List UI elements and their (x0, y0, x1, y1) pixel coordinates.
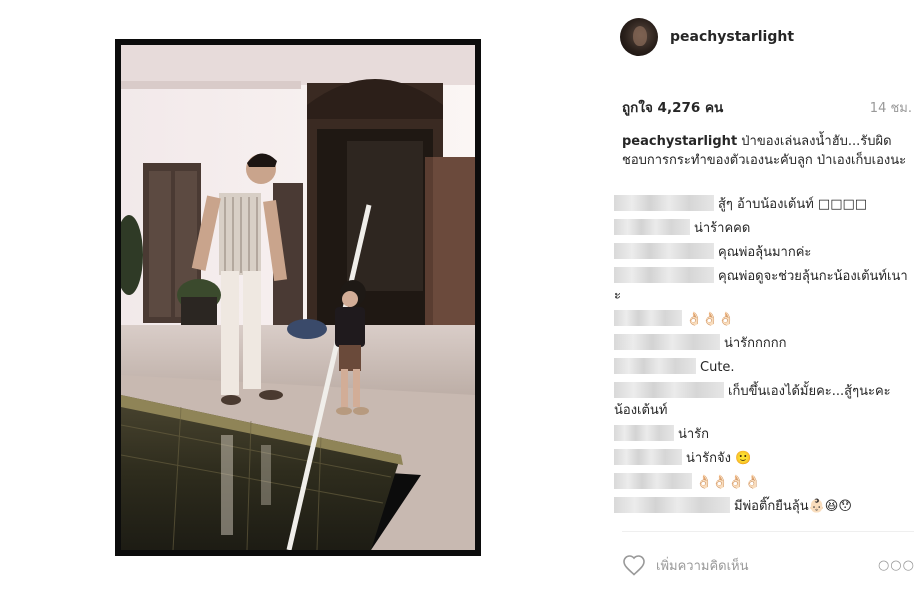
heart-outline-icon[interactable] (622, 554, 646, 576)
comment-item: น่ารัก (614, 425, 909, 444)
comment-item: Cute. (614, 358, 909, 377)
comment-item: น่ารักจัง 🙂 (614, 449, 909, 468)
blurred-username[interactable] (614, 497, 730, 513)
likes-count[interactable]: ถูกใจ 4,276 คน (622, 96, 723, 118)
comment-item: สู้ๆ อ้าบน้องเต้นท์ □□□□ (614, 195, 909, 214)
comment-text: มีพ่อติ๊กยืนลุ้น👶🏻😆😯 (734, 499, 852, 514)
comment-text: น่ารักจัง 🙂 (686, 451, 752, 466)
comment-text: Cute. (700, 360, 735, 375)
comment-text: สู้ๆ อ้าบน้องเต้นท์ □□□□ (718, 197, 868, 212)
comment-bar: เพิ่มความคิดเห็น ○○○ (622, 552, 917, 578)
comment-item: เก็บขึ้นเองได้มั้ยคะ...สู้ๆนะคะน้องเต้นท… (614, 382, 909, 420)
comments-list: สู้ๆ อ้าบน้องเต้นท์ □□□□ น่าร้าคคด คุณพ่… (614, 195, 909, 521)
blurred-username[interactable] (614, 310, 682, 326)
ellipsis-icon[interactable]: ○○○ (878, 558, 917, 573)
comment-item: คุณพ่อดูจะช่วยลุ้นกะน้องเต้นท์เนาะ (614, 267, 909, 305)
comment-text: น่ารักกกกก (724, 336, 787, 351)
post-photo[interactable] (115, 39, 481, 556)
blurred-username[interactable] (614, 219, 690, 235)
blurred-username[interactable] (614, 334, 720, 350)
comment-text: 👌🏻👌🏻👌🏻 (686, 312, 735, 327)
caption-username[interactable]: peachystarlight (622, 134, 737, 149)
username-link[interactable]: peachystarlight (670, 29, 794, 45)
post-caption: peachystarlight ป่าของเล่นลงน้ำฮับ...รับ… (622, 132, 907, 170)
blurred-username[interactable] (614, 195, 714, 211)
blurred-username[interactable] (614, 382, 724, 398)
blurred-username[interactable] (614, 358, 696, 374)
blurred-username[interactable] (614, 267, 714, 283)
comment-text: 👌🏻👌🏻👌🏻👌🏻 (696, 475, 761, 490)
avatar[interactable] (620, 18, 658, 56)
post-sidebar: peachystarlight ถูกใจ 4,276 คน 14 ชม. pe… (610, 0, 917, 595)
blurred-username[interactable] (614, 449, 682, 465)
post-header: peachystarlight (620, 16, 794, 58)
likes-row: ถูกใจ 4,276 คน 14 ชม. (622, 96, 912, 118)
comment-item: น่ารักกกกก (614, 334, 909, 353)
comment-text: น่าร้าคคด (694, 221, 751, 236)
comment-item: 👌🏻👌🏻👌🏻👌🏻 (614, 473, 909, 492)
comment-item: 👌🏻👌🏻👌🏻 (614, 310, 909, 329)
blurred-username[interactable] (614, 425, 674, 441)
comment-text: คุณพ่อลุ้นมากค่ะ (718, 245, 812, 260)
post-time[interactable]: 14 ชม. (870, 97, 912, 118)
comment-item: มีพ่อติ๊กยืนลุ้น👶🏻😆😯 (614, 497, 909, 516)
comment-text: น่ารัก (678, 427, 710, 442)
divider (622, 531, 914, 532)
comment-item: คุณพ่อลุ้นมากค่ะ (614, 243, 909, 262)
add-comment-input[interactable]: เพิ่มความคิดเห็น (656, 555, 878, 576)
blurred-username[interactable] (614, 243, 714, 259)
post-image (121, 45, 475, 550)
blurred-username[interactable] (614, 473, 692, 489)
comment-item: น่าร้าคคด (614, 219, 909, 238)
